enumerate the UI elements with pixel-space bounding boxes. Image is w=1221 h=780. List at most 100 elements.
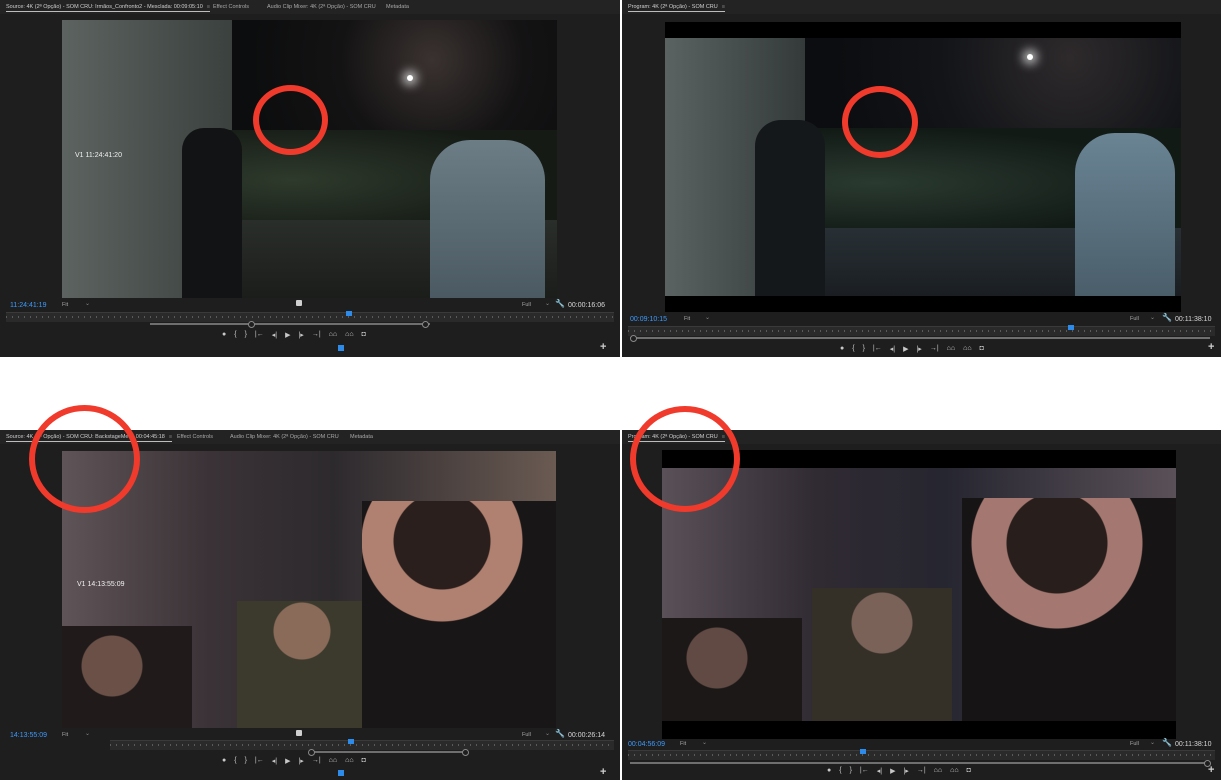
zoom-handle-left[interactable]: [630, 335, 637, 342]
wrench-icon[interactable]: 🔧: [1162, 738, 1172, 747]
step-forward-button[interactable]: |▸: [903, 767, 908, 775]
step-back-button[interactable]: ◂|: [877, 767, 882, 775]
chevron-down-icon[interactable]: ⌄: [702, 739, 707, 746]
tab-audio-clip-mixer[interactable]: Audio Clip Mixer: 4K (2ª Opção) - SOM CR…: [267, 4, 376, 10]
chevron-down-icon[interactable]: ⌄: [545, 730, 550, 737]
mark-in-button[interactable]: {: [839, 767, 841, 775]
resolution-dropdown[interactable]: Full: [1130, 316, 1139, 322]
insert-button[interactable]: ⌂⌂: [329, 331, 337, 339]
step-back-button[interactable]: ◂|: [890, 345, 895, 353]
add-button-plus-icon[interactable]: +: [600, 341, 606, 353]
lift-button[interactable]: ⌂⌂: [947, 345, 955, 353]
tab-metadata[interactable]: Metadata: [386, 4, 409, 10]
fit-dropdown[interactable]: Fit: [680, 741, 686, 747]
play-button[interactable]: ▶: [285, 331, 290, 339]
zoom-handle-right[interactable]: [422, 321, 429, 328]
tab-effect-controls[interactable]: Effect Controls: [213, 4, 249, 10]
panel-menu-icon[interactable]: ≡: [722, 4, 725, 10]
go-to-in-button[interactable]: |←: [255, 757, 264, 765]
playhead[interactable]: [348, 739, 354, 744]
chevron-down-icon[interactable]: ⌄: [1150, 314, 1155, 321]
lift-button[interactable]: ⌂⌂: [934, 767, 942, 775]
add-button-plus-icon[interactable]: +: [600, 766, 606, 778]
go-to-in-button[interactable]: |←: [860, 767, 869, 775]
add-button-plus-icon[interactable]: +: [1208, 341, 1214, 353]
program-current-timecode[interactable]: 00:09:10:15: [630, 316, 667, 323]
fit-dropdown[interactable]: Fit: [62, 732, 68, 738]
export-frame-button[interactable]: ◘: [362, 757, 366, 765]
playhead[interactable]: [346, 311, 352, 316]
wrench-icon[interactable]: 🔧: [555, 299, 565, 308]
wrench-icon[interactable]: 🔧: [555, 729, 565, 738]
playhead[interactable]: [860, 749, 866, 754]
tab-source[interactable]: Source: 4K (2ª Opção) - SOM CRU: Irmãos_…: [6, 4, 210, 12]
chevron-down-icon[interactable]: ⌄: [85, 300, 90, 307]
drag-video-icon[interactable]: [338, 345, 344, 351]
zoom-handle-left[interactable]: [248, 321, 255, 328]
source-current-timecode[interactable]: 14:13:55:09: [10, 732, 47, 739]
zoom-scroll-bar[interactable]: [308, 749, 469, 756]
chevron-down-icon[interactable]: ⌄: [545, 300, 550, 307]
export-frame-button[interactable]: ◘: [362, 331, 366, 339]
go-to-out-button[interactable]: →|: [312, 331, 321, 339]
resolution-dropdown[interactable]: Full: [522, 732, 531, 738]
mark-in-button[interactable]: {: [852, 345, 854, 353]
panel-menu-icon[interactable]: ≡: [207, 4, 210, 10]
mark-out-button[interactable]: }: [850, 767, 852, 775]
step-back-button[interactable]: ◂|: [272, 757, 277, 765]
add-button-plus-icon[interactable]: +: [1208, 764, 1214, 776]
step-back-button[interactable]: ◂|: [272, 331, 277, 339]
extract-button[interactable]: ⌂⌂: [963, 345, 971, 353]
overwrite-button[interactable]: ⌂⌂: [345, 757, 353, 765]
mark-in-button[interactable]: {: [234, 331, 236, 339]
mark-out-button[interactable]: }: [863, 345, 865, 353]
chevron-down-icon[interactable]: ⌄: [1150, 739, 1155, 746]
clip-icon[interactable]: [296, 300, 302, 306]
time-ruler[interactable]: [110, 739, 614, 750]
mark-out-button[interactable]: }: [245, 331, 247, 339]
program-current-timecode[interactable]: 00:04:56:09: [628, 741, 665, 748]
resolution-dropdown[interactable]: Full: [1130, 741, 1139, 747]
zoom-handle-left[interactable]: [308, 749, 315, 756]
add-marker-button[interactable]: ●: [840, 345, 844, 353]
fit-dropdown[interactable]: Fit: [684, 316, 690, 322]
go-to-out-button[interactable]: →|: [312, 757, 321, 765]
tab-program[interactable]: Program: 4K (2ª Opção) - SOM CRU ≡: [628, 4, 725, 12]
add-marker-button[interactable]: ●: [827, 767, 831, 775]
resolution-dropdown[interactable]: Full: [522, 302, 531, 308]
go-to-in-button[interactable]: |←: [255, 331, 264, 339]
clip-icon[interactable]: [296, 730, 302, 736]
extract-button[interactable]: ⌂⌂: [950, 767, 958, 775]
time-ruler[interactable]: [6, 311, 614, 322]
add-marker-button[interactable]: ●: [222, 757, 226, 765]
wrench-icon[interactable]: 🔧: [1162, 313, 1172, 322]
go-to-in-button[interactable]: |←: [873, 345, 882, 353]
time-ruler[interactable]: [628, 325, 1215, 336]
tab-metadata[interactable]: Metadata: [350, 434, 373, 440]
mark-out-button[interactable]: }: [245, 757, 247, 765]
step-forward-button[interactable]: |▸: [298, 757, 303, 765]
export-frame-button[interactable]: ◘: [967, 767, 971, 775]
go-to-out-button[interactable]: →|: [917, 767, 926, 775]
playhead[interactable]: [1068, 325, 1074, 330]
overwrite-button[interactable]: ⌂⌂: [345, 331, 353, 339]
zoom-handle-right[interactable]: [462, 749, 469, 756]
insert-button[interactable]: ⌂⌂: [329, 757, 337, 765]
fit-dropdown[interactable]: Fit: [62, 302, 68, 308]
chevron-down-icon[interactable]: ⌄: [705, 314, 710, 321]
add-marker-button[interactable]: ●: [222, 331, 226, 339]
tab-effect-controls[interactable]: Effect Controls: [177, 434, 213, 440]
time-ruler[interactable]: [628, 749, 1215, 760]
play-button[interactable]: ▶: [285, 757, 290, 765]
drag-video-icon[interactable]: [338, 770, 344, 776]
play-button[interactable]: ▶: [903, 345, 908, 353]
step-forward-button[interactable]: |▸: [298, 331, 303, 339]
mark-in-button[interactable]: {: [234, 757, 236, 765]
chevron-down-icon[interactable]: ⌄: [85, 730, 90, 737]
tab-audio-clip-mixer[interactable]: Audio Clip Mixer: 4K (2ª Opção) - SOM CR…: [230, 434, 339, 440]
zoom-scroll-bar[interactable]: [630, 760, 1211, 767]
play-button[interactable]: ▶: [890, 767, 895, 775]
zoom-scroll-bar[interactable]: [150, 321, 430, 328]
export-frame-button[interactable]: ◘: [980, 345, 984, 353]
source-current-timecode[interactable]: 11:24:41:19: [10, 302, 46, 309]
